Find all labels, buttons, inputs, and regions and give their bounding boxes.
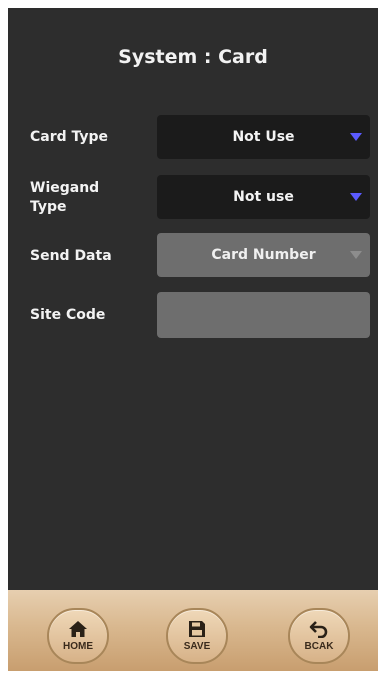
send-data-dropdown[interactable]: Card Number: [157, 233, 370, 277]
bottom-toolbar: HOME SAVE BCAK: [8, 590, 378, 671]
send-data-value: Card Number: [211, 247, 316, 263]
dropdown-arrow-icon: [350, 251, 362, 259]
dropdown-arrow-icon: [350, 133, 362, 141]
wiegand-type-dropdown[interactable]: Not use: [157, 175, 370, 219]
page-title: System : Card: [118, 46, 268, 68]
floppy-disk-icon: [189, 621, 205, 637]
card-type-value: Not Use: [232, 129, 295, 145]
card-type-label: Card Type: [30, 129, 109, 145]
wiegand-type-value: Not use: [233, 189, 294, 205]
wiegand-type-label: Wiegand Type: [30, 180, 100, 215]
dropdown-arrow-icon: [350, 193, 362, 201]
home-button[interactable]: HOME: [47, 608, 109, 664]
site-code-label: Site Code: [30, 307, 106, 323]
back-button[interactable]: BCAK: [288, 608, 350, 664]
save-button-label: SAVE: [183, 641, 211, 652]
send-data-label: Send Data: [30, 248, 112, 264]
undo-arrow-icon: [309, 621, 328, 638]
site-code-input[interactable]: [157, 292, 370, 338]
home-button-label: HOME: [63, 641, 93, 652]
save-button[interactable]: SAVE: [166, 608, 228, 664]
back-button-label: BCAK: [304, 641, 334, 652]
house-icon: [69, 621, 87, 637]
app-screen: System : Card Card Type Not Use Wiegand …: [8, 8, 378, 671]
card-type-dropdown[interactable]: Not Use: [157, 115, 370, 159]
